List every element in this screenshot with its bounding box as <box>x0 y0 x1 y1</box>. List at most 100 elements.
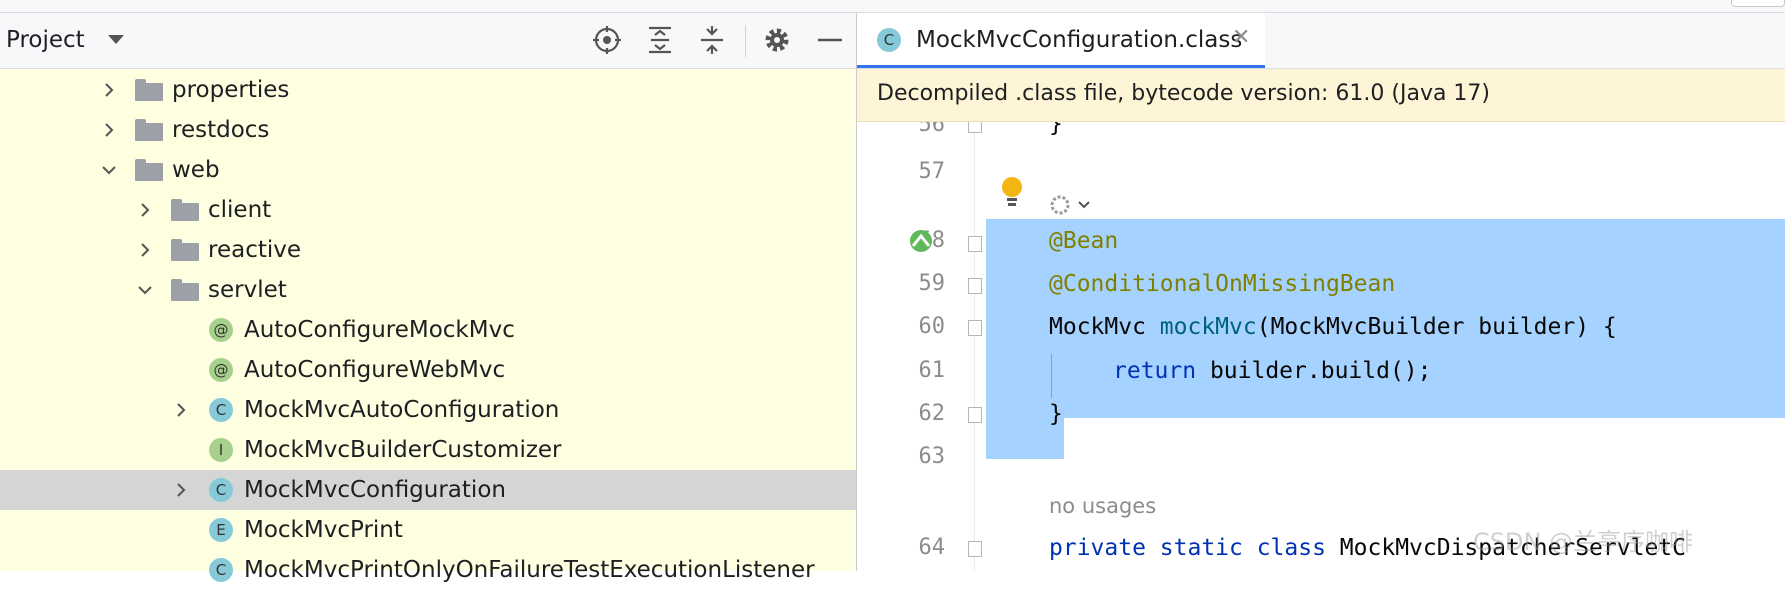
tree-row-label: MockMvcPrint <box>244 517 403 543</box>
tree-row-label: MockMvcPrintOnlyOnFailureTestExecutionLi… <box>244 557 815 583</box>
tree-row-client[interactable]: client <box>0 190 856 230</box>
locate-icon[interactable] <box>590 23 624 57</box>
tree-row-servlet[interactable]: servlet <box>0 270 856 310</box>
folder-icon <box>171 199 199 221</box>
toolbar-separator <box>745 25 746 57</box>
tree-row-label: MockMvcAutoConfiguration <box>244 397 560 423</box>
tree-row-mockmvcprint[interactable]: E MockMvcPrint <box>0 510 856 550</box>
keyword: return <box>1113 358 1197 384</box>
method-params: (MockMvcBuilder builder) { <box>1256 314 1617 340</box>
folder-icon <box>171 279 199 301</box>
enum-icon: E <box>209 518 233 542</box>
line-number: 64 <box>918 535 946 560</box>
line-number: 59 <box>918 271 946 296</box>
code-line-58[interactable]: @Bean <box>1049 228 1118 254</box>
chevron-right-icon[interactable] <box>100 81 118 99</box>
decompiled-banner-text: Decompiled .class file, bytecode version… <box>877 81 1491 106</box>
return-type: MockMvc <box>1049 314 1146 340</box>
tree-row-web[interactable]: web <box>0 150 856 190</box>
tree-row-mockmvcprintonlyonfailure[interactable]: C MockMvcPrintOnlyOnFailureTestExecution… <box>0 550 856 590</box>
tree-row-label: MockMvcConfiguration <box>244 477 506 503</box>
fold-marker[interactable] <box>968 320 982 336</box>
folder-icon <box>171 239 199 261</box>
close-icon[interactable]: ✕ <box>1232 25 1250 50</box>
statement: builder.build(); <box>1196 358 1432 384</box>
tree-row-reactive[interactable]: reactive <box>0 230 856 270</box>
inlay-hint-icon[interactable] <box>1049 192 1093 218</box>
tree-row-mockmvcautoconfiguration[interactable]: C MockMvcAutoConfiguration <box>0 390 856 430</box>
folder-icon <box>135 159 163 181</box>
bean-gutter-icon[interactable] <box>907 228 937 254</box>
line-number: 57 <box>918 159 946 184</box>
editor-tab-bar: C MockMvcConfiguration.class ✕ <box>857 13 1785 69</box>
chevron-right-icon[interactable] <box>172 481 190 499</box>
method-name: mockMvc <box>1159 314 1257 340</box>
tree-row-label: AutoConfigureWebMvc <box>244 357 506 383</box>
chevron-right-icon[interactable] <box>136 201 154 219</box>
keyword: private static class <box>1049 535 1326 561</box>
minimize-icon[interactable] <box>813 23 847 57</box>
chevron-right-icon[interactable] <box>100 121 118 139</box>
tree-row-mockmvcbuildercustomizer[interactable]: I MockMvcBuilderCustomizer <box>0 430 856 470</box>
gear-icon[interactable] <box>760 23 794 57</box>
tree-row-label: restdocs <box>172 117 270 143</box>
code-line-60[interactable]: MockMvc mockMvc(MockMvcBuilder builder) … <box>1049 314 1617 340</box>
class-icon: C <box>209 478 233 502</box>
class-icon: C <box>209 398 233 422</box>
tree-row-label: MockMvcBuilderCustomizer <box>244 437 562 463</box>
chevron-down-icon[interactable] <box>100 161 118 179</box>
tree-row-label: properties <box>172 77 290 103</box>
folder-icon <box>135 119 163 141</box>
folder-icon <box>135 79 163 101</box>
top-right-control[interactable] <box>1731 0 1785 7</box>
project-panel: Project properties restdocs web client r… <box>0 13 856 583</box>
window-top-strip <box>0 0 1785 13</box>
code-editor[interactable]: 56 } 57 58 @Bean 59 @ConditionalOnMissin… <box>857 122 1785 571</box>
indent-guide <box>1051 354 1052 398</box>
tree-row-label: client <box>208 197 272 223</box>
line-number: 63 <box>918 444 946 469</box>
class-icon: C <box>209 558 233 582</box>
lightbulb-icon[interactable] <box>999 176 1025 208</box>
code-line-61[interactable]: return builder.build(); <box>1113 358 1432 384</box>
interface-icon: I <box>209 438 233 462</box>
tree-row-restdocs[interactable]: restdocs <box>0 110 856 150</box>
editor-tab-mockmvcconfiguration[interactable]: C MockMvcConfiguration.class ✕ <box>857 13 1265 68</box>
annotation-type-icon: @ <box>209 318 233 342</box>
class-icon: C <box>877 28 901 52</box>
line-number: 56 <box>918 122 946 137</box>
chevron-right-icon[interactable] <box>136 241 154 259</box>
tree-row-mockmvcconfiguration[interactable]: C MockMvcConfiguration <box>0 470 856 510</box>
code-line-62[interactable]: } <box>1049 401 1063 427</box>
fold-marker[interactable] <box>968 236 982 252</box>
usage-hint[interactable]: no usages <box>1049 494 1156 518</box>
fold-marker[interactable] <box>968 278 982 294</box>
code-line-59[interactable]: @ConditionalOnMissingBean <box>1049 271 1395 297</box>
fold-marker[interactable] <box>968 541 982 557</box>
line-number: 62 <box>918 401 946 426</box>
project-view-dropdown-icon[interactable] <box>108 35 124 44</box>
expand-all-icon[interactable] <box>643 23 677 57</box>
watermark: CSDN @兰亭序咖啡 <box>1473 528 1694 556</box>
tree-row-label: reactive <box>208 237 302 263</box>
line-number: 60 <box>918 314 946 339</box>
project-panel-title[interactable]: Project <box>6 27 85 53</box>
tree-row-properties[interactable]: properties <box>0 70 856 110</box>
tree-row-autoconfigurewebmvc[interactable]: @ AutoConfigureWebMvc <box>0 350 856 390</box>
fold-marker[interactable] <box>968 407 982 423</box>
fold-marker[interactable] <box>968 122 982 133</box>
tree-row-autoconfiguremockmvc[interactable]: @ AutoConfigureMockMvc <box>0 310 856 350</box>
project-panel-header: Project <box>0 13 856 69</box>
collapse-all-icon[interactable] <box>695 23 729 57</box>
code-line-56[interactable]: } <box>1049 122 1063 137</box>
tree-row-label: web <box>172 157 220 183</box>
chevron-down-icon[interactable] <box>136 281 154 299</box>
line-number: 61 <box>918 358 946 383</box>
decompiled-banner: Decompiled .class file, bytecode version… <box>857 69 1785 122</box>
tree-row-label: AutoConfigureMockMvc <box>244 317 515 343</box>
annotation-type-icon: @ <box>209 358 233 382</box>
editor-tab-label: MockMvcConfiguration.class <box>916 27 1243 53</box>
chevron-right-icon[interactable] <box>172 401 190 419</box>
gutter-divider <box>974 122 975 571</box>
tree-row-label: servlet <box>208 277 287 303</box>
